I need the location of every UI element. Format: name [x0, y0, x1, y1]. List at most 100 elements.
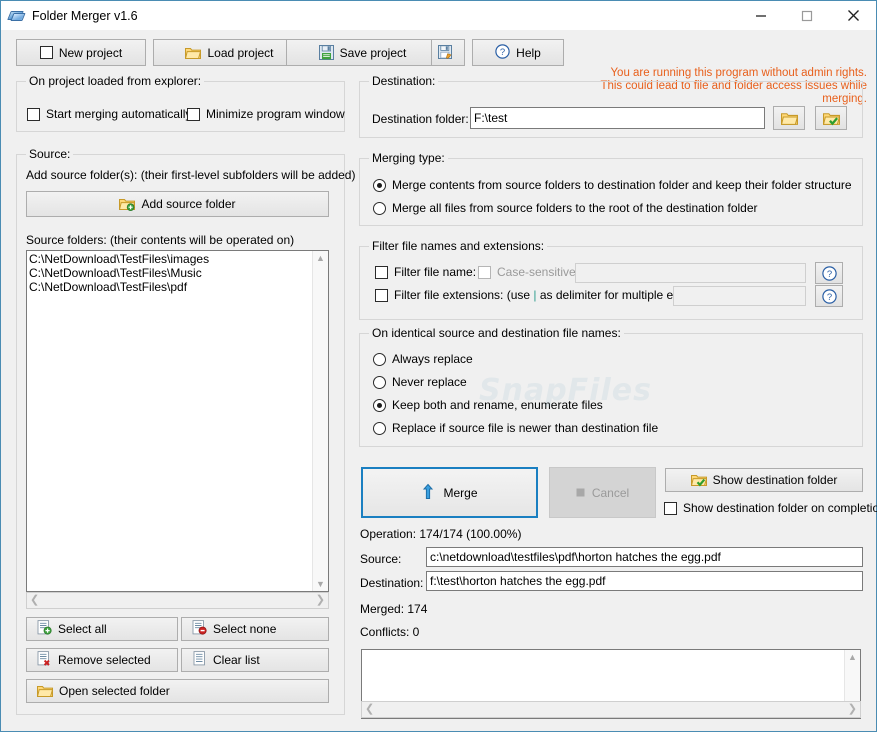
merging-type-option-1[interactable]: Merge all files from source folders to t… — [373, 202, 758, 215]
scroll-right-icon[interactable]: ❯ — [316, 595, 325, 606]
svg-text:?: ? — [826, 269, 831, 280]
show-destination-folder-label: Show destination folder — [712, 473, 838, 487]
add-source-folder-label: Add source folder — [141, 197, 236, 211]
select-none-label: Select none — [213, 622, 277, 636]
filter-group: Filter file names and extensions: — [359, 239, 863, 320]
scroll-up-icon[interactable]: ▲ — [848, 650, 857, 664]
open-selected-folder-label: Open selected folder — [59, 684, 170, 698]
radio-icon — [373, 353, 386, 366]
merged-count: Merged: 174 — [360, 602, 428, 616]
floppy-edit-icon — [437, 45, 453, 60]
remove-selected-button[interactable]: Remove selected — [26, 648, 178, 672]
source-folders-hint: Source folders: (their contents will be … — [26, 233, 295, 247]
help-label: Help — [516, 45, 541, 60]
identical-option-1-label: Never replace — [392, 375, 467, 389]
identical-option-0[interactable]: Always replace — [373, 353, 473, 366]
source-status-label: Source: — [360, 552, 402, 566]
scroll-left-icon[interactable]: ❮ — [30, 595, 39, 606]
load-project-label: Load project — [207, 45, 274, 60]
new-project-button[interactable]: New project — [16, 39, 146, 66]
minimize-window-checkbox[interactable]: Minimize program window — [187, 108, 345, 121]
add-source-folder-button[interactable]: Add source folder — [26, 191, 329, 217]
show-destination-folder-button[interactable]: Show destination folder — [665, 468, 863, 492]
add-source-hint: Add source folder(s): (their first-level… — [26, 168, 356, 182]
source-status-input[interactable]: c:\netdownload\testfiles\pdf\horton hatc… — [426, 547, 863, 567]
list-delete-icon — [37, 651, 52, 669]
minimize-icon[interactable] — [738, 1, 784, 30]
svg-text:?: ? — [500, 47, 505, 58]
minimize-window-label: Minimize program window — [206, 107, 345, 121]
radio-icon — [373, 179, 386, 192]
save-project-label: Save project — [339, 45, 407, 60]
case-sensitive-checkbox[interactable]: Case-sensitive — [478, 266, 576, 279]
filter-file-name-label: Filter file name: — [394, 265, 477, 279]
select-all-button[interactable]: Select all — [26, 617, 178, 641]
source-folders-items: C:\NetDownload\TestFiles\images C:\NetDo… — [29, 252, 209, 294]
merging-type-option-1-label: Merge all files from source folders to t… — [392, 201, 758, 215]
merge-button[interactable]: Merge — [361, 467, 538, 518]
filter-file-name-help-button[interactable]: ? — [815, 262, 843, 284]
select-all-label: Select all — [58, 622, 107, 636]
window-controls — [738, 1, 876, 30]
checkbox-icon — [375, 266, 388, 279]
radio-icon — [373, 376, 386, 389]
radio-icon — [373, 202, 386, 215]
filter-extensions-label: Filter file extensions: (use | as delimi… — [394, 289, 707, 302]
merging-type-option-0[interactable]: Merge contents from source folders to de… — [373, 179, 852, 192]
source-group-title: Source: — [26, 147, 74, 161]
list-item[interactable]: C:\NetDownload\TestFiles\images — [29, 252, 209, 266]
app-folders-icon — [7, 8, 26, 24]
new-project-icon — [39, 46, 53, 59]
scroll-up-icon[interactable]: ▲ — [316, 251, 325, 265]
checkbox-icon — [27, 108, 40, 121]
folder-open-icon — [185, 46, 202, 60]
clear-list-label: Clear list — [213, 653, 260, 667]
clear-list-button[interactable]: Clear list — [181, 648, 329, 672]
radio-icon — [373, 399, 386, 412]
close-icon[interactable] — [830, 1, 876, 30]
folder-open-icon — [37, 684, 53, 698]
list-item[interactable]: C:\NetDownload\TestFiles\Music — [29, 266, 209, 280]
filter-file-name-checkbox[interactable]: Filter file name: — [375, 266, 476, 279]
filter-extensions-help-button[interactable]: ? — [815, 285, 843, 307]
stop-square-icon — [576, 486, 585, 500]
folder-check-icon — [690, 473, 707, 487]
remove-selected-label: Remove selected — [58, 653, 151, 667]
maximize-icon[interactable] — [784, 1, 830, 30]
filter-extensions-checkbox[interactable]: Filter file extensions: (use | as delimi… — [375, 289, 707, 302]
source-folders-listbox[interactable]: C:\NetDownload\TestFiles\images C:\NetDo… — [26, 250, 329, 592]
destination-folder-input[interactable]: F:\test — [470, 107, 765, 129]
save-project-button[interactable]: Save project — [286, 39, 439, 66]
open-destination-button[interactable] — [815, 106, 847, 130]
filter-extensions-input[interactable] — [673, 286, 806, 306]
load-project-button[interactable]: Load project — [153, 39, 306, 66]
warning-line-1: You are running this program without adm… — [610, 67, 867, 79]
identical-option-3[interactable]: Replace if source file is newer than des… — [373, 422, 658, 435]
help-button[interactable]: ? Help — [472, 39, 564, 66]
listbox-horizontal-scrollbar[interactable]: ❮ ❯ — [26, 592, 329, 609]
floppy-disk-icon — [318, 45, 334, 60]
scroll-down-icon[interactable]: ▼ — [316, 577, 325, 591]
open-selected-folder-button[interactable]: Open selected folder — [26, 679, 329, 703]
checkbox-icon — [187, 108, 200, 121]
start-merging-checkbox[interactable]: Start merging automatically — [27, 108, 191, 121]
identical-option-2[interactable]: Keep both and rename, enumerate files — [373, 399, 603, 412]
scroll-right-icon[interactable]: ❯ — [848, 704, 857, 715]
log-horizontal-scrollbar[interactable]: ❮ ❯ — [361, 701, 861, 718]
list-item[interactable]: C:\NetDownload\TestFiles\pdf — [29, 280, 209, 294]
select-none-button[interactable]: Select none — [181, 617, 329, 641]
destination-status-input[interactable]: f:\test\horton hatches the egg.pdf — [426, 571, 863, 591]
filter-file-name-input[interactable] — [575, 263, 806, 283]
browse-destination-button[interactable] — [773, 106, 805, 130]
scroll-left-icon[interactable]: ❮ — [365, 704, 374, 715]
identical-option-2-label: Keep both and rename, enumerate files — [392, 398, 603, 412]
listbox-vertical-scrollbar[interactable]: ▲ ▼ — [312, 251, 328, 591]
save-project-as-button[interactable] — [431, 39, 465, 66]
case-sensitive-label: Case-sensitive — [497, 265, 576, 279]
app-window: Folder Merger v1.6 New project Load proj… — [0, 0, 877, 732]
merging-type-option-0-label: Merge contents from source folders to de… — [392, 178, 852, 192]
list-icon — [192, 651, 207, 669]
identical-option-1[interactable]: Never replace — [373, 376, 467, 389]
show-on-completion-checkbox[interactable]: Show destination folder on completion — [664, 502, 877, 515]
merging-type-group: Merging type: — [359, 151, 863, 226]
